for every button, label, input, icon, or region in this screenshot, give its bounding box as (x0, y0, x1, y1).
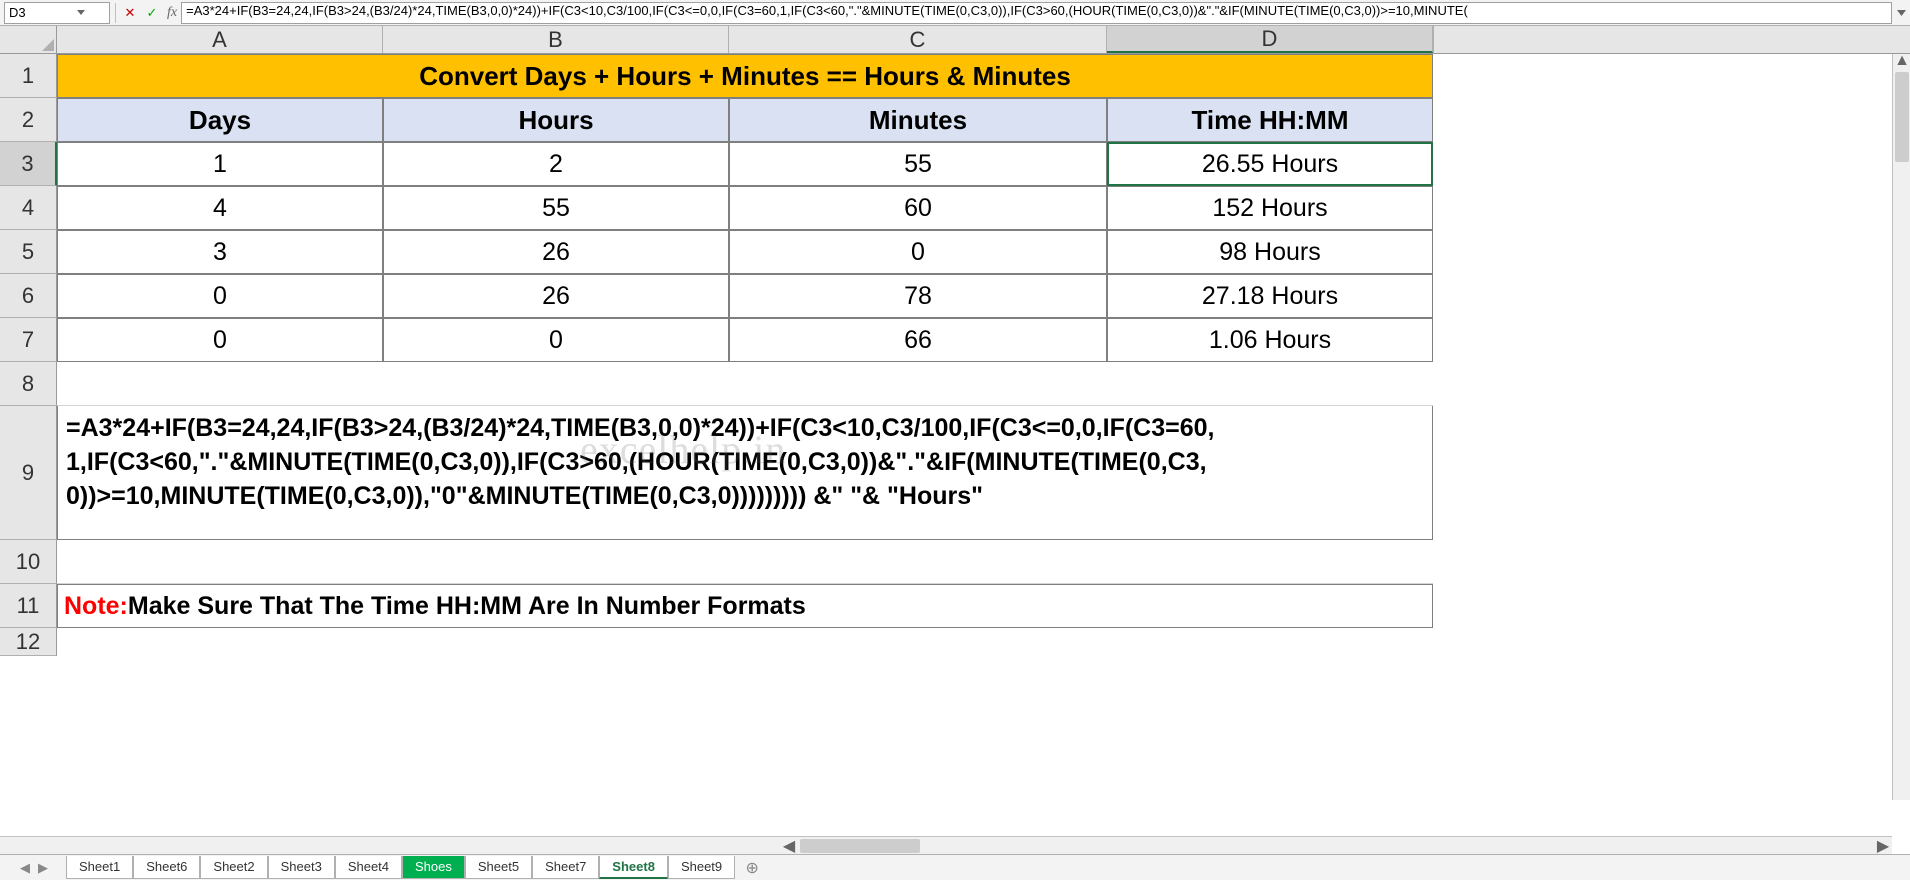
row-header-9[interactable]: 9 (0, 406, 57, 540)
name-box-value: D3 (9, 5, 57, 20)
name-box-dropdown-icon[interactable] (57, 3, 105, 23)
scroll-thumb-v[interactable] (1895, 72, 1909, 162)
tab-prev-icon[interactable]: ◀ (18, 860, 32, 876)
cell-D7[interactable]: 1.06 Hours (1107, 318, 1433, 362)
row-headers: 123456789101112 (0, 54, 57, 656)
tab-nav: ◀ ▶ (18, 860, 50, 876)
sheet-tab-sheet3[interactable]: Sheet3 (268, 856, 335, 879)
formula-display-cell[interactable]: =A3*24+IF(B3=24,24,IF(B3>24,(B3/24)*24,T… (57, 406, 1433, 540)
row-header-3[interactable]: 3 (0, 142, 57, 186)
cell-B4[interactable]: 55 (383, 186, 729, 230)
cell-A7[interactable]: 0 (57, 318, 383, 362)
cell-A4[interactable]: 4 (57, 186, 383, 230)
cell-A6[interactable]: 0 (57, 274, 383, 318)
row-header-2[interactable]: 2 (0, 98, 57, 142)
cell-D6[interactable]: 27.18 Hours (1107, 274, 1433, 318)
sheet-tab-bar: ◀ ▶ Sheet1Sheet6Sheet2Sheet3Sheet4ShoesS… (0, 854, 1910, 880)
sheet-tab-sheet4[interactable]: Sheet4 (335, 856, 402, 879)
title-cell[interactable]: Convert Days + Hours + Minutes == Hours … (57, 54, 1433, 98)
row-header-4[interactable]: 4 (0, 186, 57, 230)
cell-D5[interactable]: 98 Hours (1107, 230, 1433, 274)
fx-icon[interactable]: fx (167, 5, 177, 21)
cell-A3[interactable]: 1 (57, 142, 383, 186)
header-days[interactable]: Days (57, 98, 383, 142)
header-hours[interactable]: Hours (383, 98, 729, 142)
row-header-11[interactable]: 11 (0, 584, 57, 628)
formula-bar: D3 ✕ ✓ fx =A3*24+IF(B3=24,24,IF(B3>24,(B… (0, 0, 1910, 26)
cell-D3[interactable]: 26.55 Hours (1107, 142, 1433, 186)
scroll-thumb-h[interactable] (800, 839, 920, 853)
column-header-C[interactable]: C (729, 26, 1107, 53)
scroll-right-icon[interactable]: ▶ (1874, 837, 1892, 855)
row-header-10[interactable]: 10 (0, 540, 57, 584)
separator (115, 3, 116, 23)
add-sheet-icon[interactable]: ⊕ (741, 858, 763, 878)
cell-B3[interactable]: 2 (383, 142, 729, 186)
row-header-12[interactable]: 12 (0, 628, 57, 656)
sheet-tab-sheet1[interactable]: Sheet1 (66, 856, 133, 879)
spreadsheet-grid: ABCD 123456789101112 Convert Days + Hour… (0, 26, 1910, 844)
scrollbar-vertical[interactable]: ▲ (1892, 52, 1910, 800)
cells-area: Convert Days + Hours + Minutes == Hours … (57, 54, 1433, 656)
cell-C6[interactable]: 78 (729, 274, 1107, 318)
sheet-tab-sheet9[interactable]: Sheet9 (668, 856, 735, 879)
cell-C7[interactable]: 66 (729, 318, 1107, 362)
column-header-B[interactable]: B (383, 26, 729, 53)
cell-B7[interactable]: 0 (383, 318, 729, 362)
sheet-tab-sheet5[interactable]: Sheet5 (465, 856, 532, 879)
cell-C3[interactable]: 55 (729, 142, 1107, 186)
column-header-D[interactable]: D (1107, 26, 1433, 53)
header-time-hh-mm[interactable]: Time HH:MM (1107, 98, 1433, 142)
row-header-7[interactable]: 7 (0, 318, 57, 362)
cell-B6[interactable]: 26 (383, 274, 729, 318)
sheet-tab-sheet6[interactable]: Sheet6 (133, 856, 200, 879)
formula-expand-icon[interactable] (1892, 10, 1910, 16)
cancel-icon[interactable]: ✕ (119, 2, 141, 24)
cell-row10[interactable] (57, 540, 1433, 584)
cell-C5[interactable]: 0 (729, 230, 1107, 274)
column-header-A[interactable]: A (57, 26, 383, 53)
sheet-tab-sheet2[interactable]: Sheet2 (200, 856, 267, 879)
name-box[interactable]: D3 (4, 2, 110, 24)
header-minutes[interactable]: Minutes (729, 98, 1107, 142)
sheet-tab-shoes[interactable]: Shoes (402, 856, 465, 879)
column-headers: ABCD (0, 26, 1910, 54)
select-all-corner[interactable] (0, 26, 57, 54)
sheet-tab-sheet8[interactable]: Sheet8 (599, 856, 668, 879)
note-cell[interactable]: Note: Make Sure That The Time HH:MM Are … (57, 584, 1433, 628)
row-header-5[interactable]: 5 (0, 230, 57, 274)
cell-row12[interactable] (57, 628, 1433, 656)
cell-B5[interactable]: 26 (383, 230, 729, 274)
sheet-tab-sheet7[interactable]: Sheet7 (532, 856, 599, 879)
cell-D4[interactable]: 152 Hours (1107, 186, 1433, 230)
row-header-6[interactable]: 6 (0, 274, 57, 318)
scrollbar-horizontal[interactable]: ◀ ▶ (0, 836, 1892, 854)
cell-row8[interactable] (57, 362, 1433, 406)
scroll-up-icon[interactable]: ▲ (1893, 52, 1910, 70)
tab-next-icon[interactable]: ▶ (36, 860, 50, 876)
enter-icon[interactable]: ✓ (141, 2, 163, 24)
cell-A5[interactable]: 3 (57, 230, 383, 274)
formula-input[interactable]: =A3*24+IF(B3=24,24,IF(B3>24,(B3/24)*24,T… (181, 2, 1892, 24)
scroll-left-icon[interactable]: ◀ (780, 837, 798, 855)
row-header-8[interactable]: 8 (0, 362, 57, 406)
column-header-blank[interactable] (1433, 26, 1434, 53)
cell-C4[interactable]: 60 (729, 186, 1107, 230)
row-header-1[interactable]: 1 (0, 54, 57, 98)
